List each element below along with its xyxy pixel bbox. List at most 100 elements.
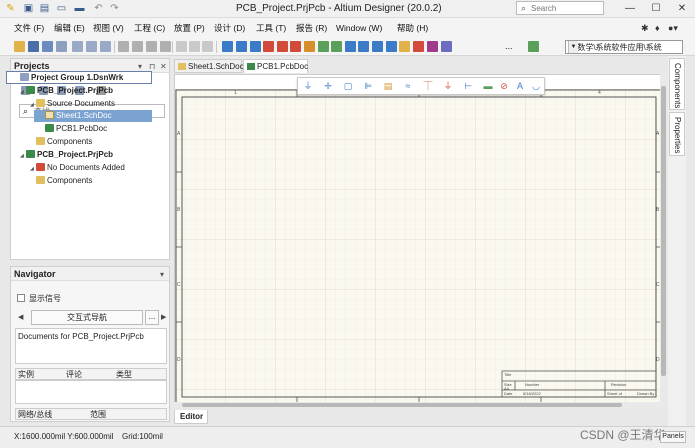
menu-place[interactable]: 放置 (P) [174, 23, 205, 34]
no-erc-icon[interactable]: ⊘ [498, 81, 510, 92]
zoom-fit-icon[interactable] [86, 41, 97, 52]
close-button[interactable]: ✕ [672, 1, 692, 16]
pen-icon[interactable] [441, 41, 452, 52]
bell-icon[interactable]: ♦ [655, 23, 660, 34]
project-path-dropdown[interactable]: F:\数学\系统软件应用\系统 ▼ [565, 40, 683, 54]
menu-reports[interactable]: 报告 (R) [296, 23, 327, 34]
instance-table-body[interactable] [15, 380, 167, 404]
menu-project[interactable]: 工程 (C) [134, 23, 165, 34]
wire-icon[interactable]: ≈ [402, 81, 414, 92]
tree-pcb1[interactable]: PCB1.PcbDoc [45, 123, 107, 135]
port-icon[interactable] [358, 41, 369, 52]
maximize-button[interactable]: ☐ [646, 1, 666, 16]
sheet-entry-icon[interactable] [331, 41, 342, 52]
tree-components-1[interactable]: Components [36, 136, 92, 148]
col-scope[interactable]: 范围 [90, 409, 106, 420]
schematic-sheet[interactable]: 1 2 3 4 A B C D A B C D Title Size A4 Nu… [175, 89, 663, 406]
no-erc-icon[interactable] [413, 41, 424, 52]
menu-window[interactable]: Window (W) [336, 23, 382, 34]
tab-editor[interactable]: Editor [174, 410, 208, 424]
tree-sheet1[interactable]: Sheet1.SchDoc [45, 110, 112, 122]
net-label-icon[interactable]: ⊢ [462, 81, 474, 92]
tree-components-2[interactable]: Components [36, 175, 92, 187]
nav-forward-icon[interactable]: ▶ [161, 312, 166, 323]
vcc-port-icon[interactable] [290, 41, 301, 52]
panel-menu-icon[interactable]: ▾ [160, 269, 164, 280]
user-icon[interactable]: ●▾ [668, 23, 678, 34]
compile-mask-icon[interactable] [427, 41, 438, 52]
open-icon[interactable]: ▭ [55, 2, 68, 15]
show-signals-checkbox[interactable] [17, 294, 25, 302]
menu-tools[interactable]: 工具 (T) [256, 23, 286, 34]
text-icon[interactable]: A [514, 81, 526, 92]
tree-no-documents[interactable]: ◢ No Documents Added [30, 162, 125, 174]
gnd-port-icon[interactable] [277, 41, 288, 52]
tab-properties[interactable]: Properties [669, 112, 685, 156]
place-part-icon[interactable] [304, 41, 315, 52]
wire-icon[interactable] [222, 41, 233, 52]
tab-sheet1-schdoc[interactable]: Sheet1.SchDoc [174, 59, 244, 73]
redo-icon[interactable]: ↷ [108, 2, 121, 15]
menu-file[interactable]: 文件 (F) [14, 23, 44, 34]
tab-pcb1-pcbdoc[interactable]: PCB1.PcbDoc [243, 59, 308, 73]
sheet-symbol-icon[interactable] [318, 41, 329, 52]
device-sheet-icon[interactable] [345, 41, 356, 52]
panel-close-icon[interactable]: ✕ [160, 61, 167, 72]
move-cross-icon[interactable]: ✛ [322, 81, 334, 92]
select-rect-icon[interactable] [176, 41, 187, 52]
panels-button[interactable]: Panels [660, 431, 686, 443]
tree-source-documents[interactable]: ◢ Source Documents [30, 98, 115, 110]
print-icon[interactable] [42, 41, 53, 52]
save-all-icon[interactable]: ▤ [38, 2, 51, 15]
filter-icon[interactable] [528, 41, 539, 52]
vertical-scrollbar[interactable] [660, 74, 667, 407]
tab-components[interactable]: Components [669, 58, 685, 110]
vertical-scroll-thumb[interactable] [661, 86, 666, 376]
net-label-icon[interactable] [250, 41, 261, 52]
menu-edit[interactable]: 编辑 (E) [54, 23, 85, 34]
save-file-icon[interactable] [28, 41, 39, 52]
chevron-down-icon[interactable]: ▼ [568, 41, 578, 53]
gnd-icon[interactable]: ⏚ [442, 81, 454, 92]
zoom-area-icon[interactable] [72, 41, 83, 52]
align-icon[interactable]: ⊫ [362, 81, 374, 92]
place-part-icon[interactable]: ▤ [382, 81, 394, 92]
paste-icon[interactable] [146, 41, 157, 52]
bus-icon[interactable] [236, 41, 247, 52]
menu-help[interactable]: 帮助 (H) [397, 23, 428, 34]
undo-icon[interactable]: ↶ [92, 2, 105, 15]
select-rect-icon[interactable]: ▢ [342, 81, 354, 92]
minimize-button[interactable]: — [620, 1, 640, 16]
cut-icon[interactable] [118, 41, 129, 52]
off-sheet-icon[interactable] [372, 41, 383, 52]
deselect-icon[interactable] [202, 41, 213, 52]
horizontal-scrollbar[interactable] [174, 402, 660, 408]
sheet-symbol-icon[interactable]: ▬ [482, 81, 494, 92]
open-file-icon[interactable] [14, 41, 25, 52]
menu-design[interactable]: 设计 (D) [214, 23, 245, 34]
move-icon[interactable] [189, 41, 200, 52]
tree-project-group[interactable]: Project Group 1.DsnWrk [20, 72, 123, 84]
save-icon[interactable]: ▣ [22, 2, 35, 15]
nav-back-icon[interactable]: ◀ [18, 312, 23, 323]
menu-view[interactable]: 视图 (V) [93, 23, 124, 34]
schematic-canvas[interactable]: 1 2 3 4 A B C D A B C D Title Size A4 Nu… [174, 74, 664, 407]
global-search-input[interactable] [531, 3, 601, 14]
col-instance[interactable]: 实例 [18, 369, 34, 380]
horizontal-scroll-thumb[interactable] [182, 403, 622, 407]
interactive-navigation-button[interactable]: 交互式导航 [31, 310, 143, 325]
tree-project-2[interactable]: ◢ PCB_Project.PrjPcb [20, 149, 113, 161]
toolbar-more-button[interactable]: ... [505, 41, 513, 52]
print-preview-icon[interactable] [56, 41, 67, 52]
arc-icon[interactable]: ◡ [530, 81, 542, 92]
zoom-selected-icon[interactable] [100, 41, 111, 52]
open-folder-icon[interactable]: ▬ [73, 2, 86, 15]
parameter-set-icon[interactable] [399, 41, 410, 52]
filter-icon[interactable]: ⏚ [302, 81, 314, 92]
rubber-stamp-icon[interactable] [160, 41, 171, 52]
global-search[interactable]: ⌕ [516, 1, 604, 15]
col-net-bus[interactable]: 网络/总线 [18, 409, 52, 420]
col-comment[interactable]: 评论 [66, 369, 82, 380]
navigator-more-button[interactable]: ... [145, 310, 159, 325]
gear-icon[interactable]: ✱ [641, 23, 649, 34]
